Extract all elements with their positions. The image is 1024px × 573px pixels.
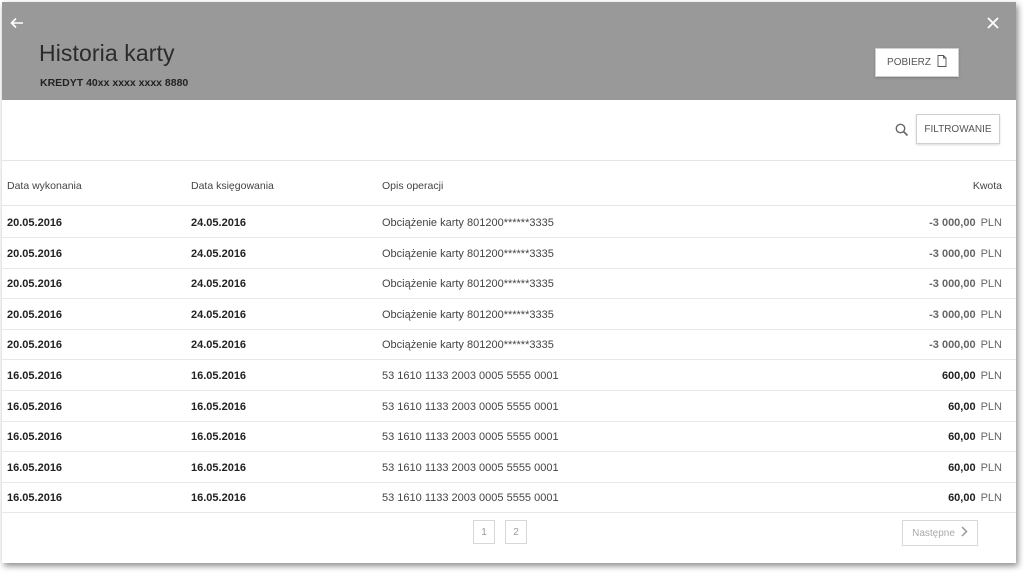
filter-button[interactable]: FILTROWANIE [916,114,1000,144]
operation-description: 53 1610 1133 2003 0005 5555 0001 [382,370,559,382]
close-icon[interactable] [986,16,1002,32]
operation-description: Obciążenie karty 801200******3335 [382,339,554,352]
amount-cell: -3 000,00 PLN [929,309,1002,321]
column-header-date-post[interactable]: Data księgowania [191,180,274,192]
amount-value: -3 000,00 [929,217,976,229]
operation-description: 53 1610 1133 2003 0005 5555 0001 [382,400,559,413]
operation-description: Obciążenie karty 801200******3335 [382,278,554,291]
operation-description: Obciążenie karty 801200******3335 [382,247,554,260]
execution-date: 20.05.2016 [7,308,63,321]
card-subtitle: KREDYT 40xx xxxx xxxx 8880 [40,77,189,89]
amount-value: 60,00 [948,431,976,444]
table-row[interactable]: 16.05.2016 16.05.2016 53 1610 1133 2003 00… [2,422,1016,453]
operation-description: Obciążenie karty 801200******3335 [382,217,554,229]
back-arrow-icon[interactable] [10,16,26,32]
currency-label: PLN [980,278,1002,291]
table-row[interactable]: 16.05.2016 16.05.2016 53 1610 1133 2003 00… [2,392,1016,422]
posting-date: 16.05.2016 [191,431,247,444]
amount-value: -3 000,00 [929,247,976,260]
table-row[interactable]: 16.05.2016 16.05.2016 53 1610 1133 2003 00… [2,453,1016,483]
amount-value: -3 000,00 [929,278,976,291]
next-page-button[interactable]: Następne [902,520,978,546]
column-header-date-exec[interactable]: Data wykonania [7,180,82,192]
column-header-amount[interactable]: Kwota [973,180,1002,192]
dialog-header: Historia karty KREDYT 40xx xxxx xxxx 888… [2,2,1016,100]
operation-description: Obciążenie karty 801200******3335 [382,308,554,321]
posting-date: 16.05.2016 [191,400,247,413]
search-icon[interactable] [895,123,911,139]
amount-value: 60,00 [948,492,976,505]
posting-date: 24.05.2016 [191,308,247,321]
table-row[interactable]: 20.05.2016 24.05.2016 Obciążenie karty 801… [2,330,1016,361]
amount-cell: 600,00 PLN [942,370,1002,382]
table-row[interactable]: 20.05.2016 24.05.2016 Obciążenie karty 801… [2,269,1016,300]
download-button[interactable]: POBIERZ [875,48,959,77]
table-row[interactable]: 20.05.2016 24.05.2016 Obciążenie karty 801… [2,239,1016,269]
posting-date: 16.05.2016 [191,370,247,382]
execution-date: 16.05.2016 [7,461,63,474]
amount-value: -3 000,00 [929,339,976,352]
currency-label: PLN [980,370,1002,382]
amount-cell: 60,00 PLN [948,492,1002,504]
document-icon [937,55,947,70]
posting-date: 24.05.2016 [191,339,247,352]
currency-label: PLN [980,431,1002,444]
currency-label: PLN [980,339,1002,352]
download-button-label: POBIERZ [887,57,931,68]
execution-date: 20.05.2016 [7,217,63,229]
filter-button-label: FILTROWANIE [924,123,992,135]
amount-value: 60,00 [948,461,976,474]
chevron-right-icon [961,526,968,540]
execution-date: 20.05.2016 [7,278,63,291]
amount-cell: -3 000,00 PLN [929,217,1002,229]
divider [2,205,1016,206]
posting-date: 24.05.2016 [191,247,247,260]
page-title: Historia karty [39,40,175,66]
amount-value: 600,00 [941,370,976,382]
operation-description: 53 1610 1133 2003 0005 5555 0001 [382,492,559,505]
page-2-button[interactable]: 2 [505,520,527,544]
amount-cell: -3 000,00 PLN [929,339,1002,351]
amount-value: 60,00 [948,400,976,413]
amount-value: -3 000,00 [929,308,976,321]
currency-label: PLN [980,400,1002,413]
currency-label: PLN [980,217,1002,229]
next-page-label: Następne [912,527,955,539]
column-header-description[interactable]: Opis operacji [382,180,443,192]
execution-date: 16.05.2016 [7,492,63,505]
posting-date: 16.05.2016 [191,492,247,505]
amount-cell: -3 000,00 PLN [929,278,1002,290]
table-row[interactable]: 20.05.2016 24.05.2016 Obciążenie karty 801… [2,300,1016,330]
posting-date: 24.05.2016 [191,278,247,291]
currency-label: PLN [980,247,1002,260]
currency-label: PLN [980,492,1002,505]
posting-date: 16.05.2016 [191,461,247,474]
amount-cell: 60,00 PLN [948,431,1002,443]
amount-cell: 60,00 PLN [948,462,1002,474]
divider [2,160,1016,161]
card-history-dialog: Historia karty KREDYT 40xx xxxx xxxx 888… [2,2,1016,563]
operation-description: 53 1610 1133 2003 0005 5555 0001 [382,461,559,474]
amount-cell: -3 000,00 PLN [929,248,1002,260]
execution-date: 20.05.2016 [7,339,63,352]
execution-date: 20.05.2016 [7,247,63,260]
currency-label: PLN [980,308,1002,321]
amount-cell: 60,00 PLN [948,401,1002,413]
currency-label: PLN [980,461,1002,474]
execution-date: 16.05.2016 [7,370,63,382]
table-row[interactable]: 20.05.2016 24.05.2016 Obciążenie karty 801… [2,208,1016,238]
table-row[interactable]: 16.05.2016 16.05.2016 53 1610 1133 2003 00… [2,361,1016,391]
page-1-button[interactable]: 1 [473,520,495,544]
execution-date: 16.05.2016 [7,400,63,413]
table-row[interactable]: 16.05.2016 16.05.2016 53 1610 1133 2003 00… [2,483,1016,514]
posting-date: 24.05.2016 [191,217,247,229]
operation-description: 53 1610 1133 2003 0005 5555 0001 [382,431,559,444]
execution-date: 16.05.2016 [7,431,63,444]
